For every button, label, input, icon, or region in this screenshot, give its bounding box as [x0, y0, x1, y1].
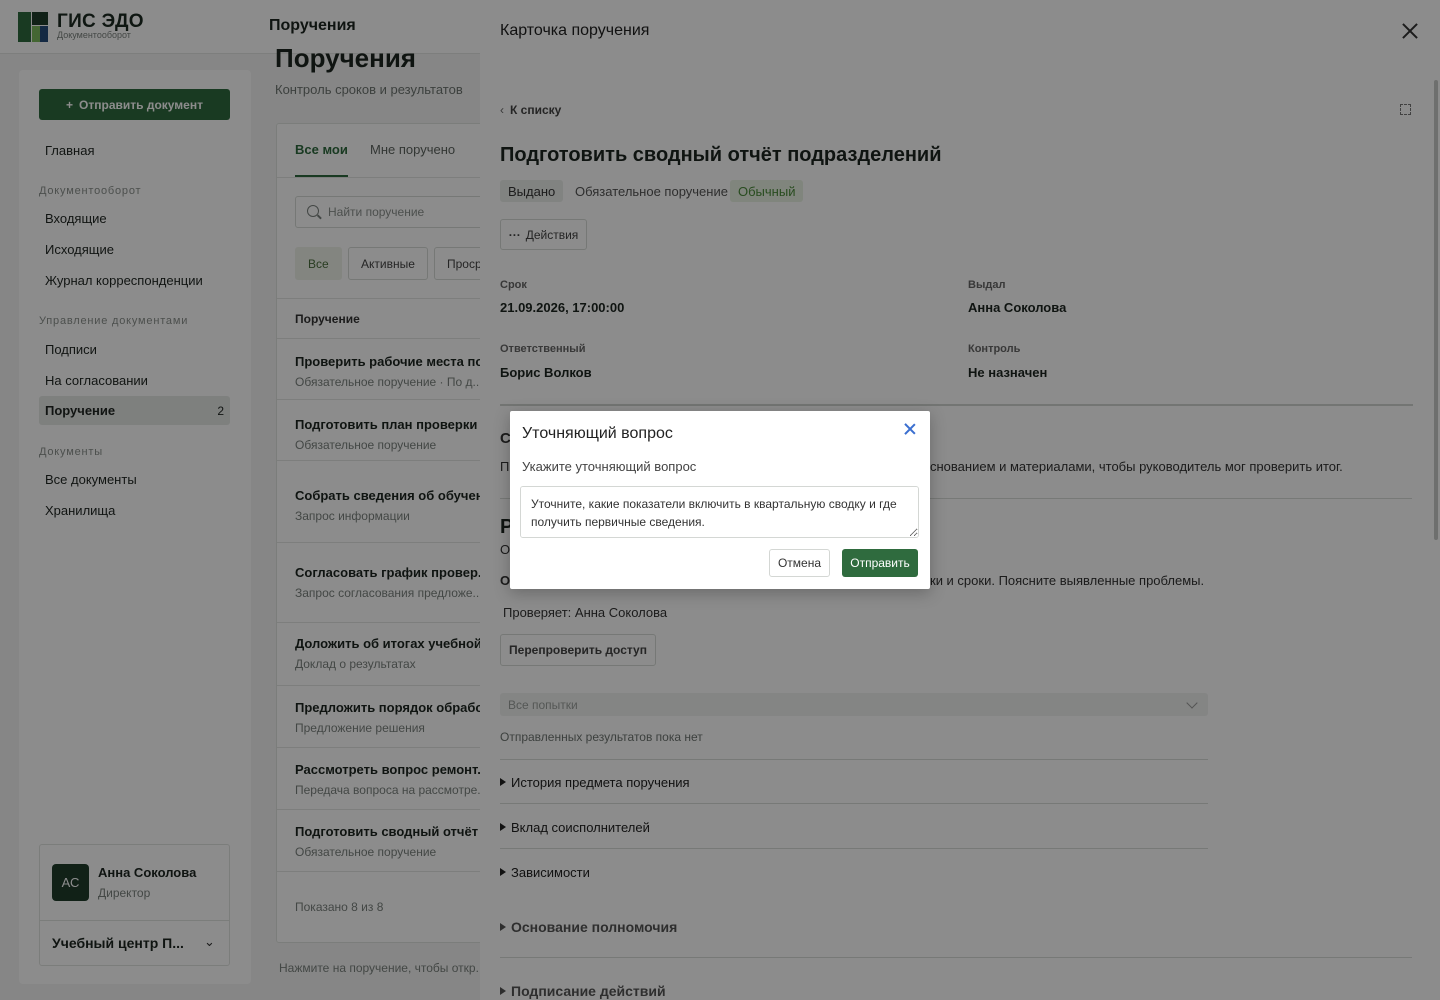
question-textarea[interactable]: Уточните, какие показатели включить в кв… — [520, 486, 919, 538]
modal-field-label: Укажите уточняющий вопрос — [522, 459, 697, 474]
close-icon[interactable] — [904, 423, 916, 435]
submit-button[interactable]: Отправить — [842, 549, 918, 577]
modal-title: Уточняющий вопрос — [522, 425, 673, 442]
cancel-button[interactable]: Отмена — [769, 549, 830, 577]
clarifying-question-modal: Уточняющий вопрос Укажите уточняющий воп… — [510, 411, 930, 589]
